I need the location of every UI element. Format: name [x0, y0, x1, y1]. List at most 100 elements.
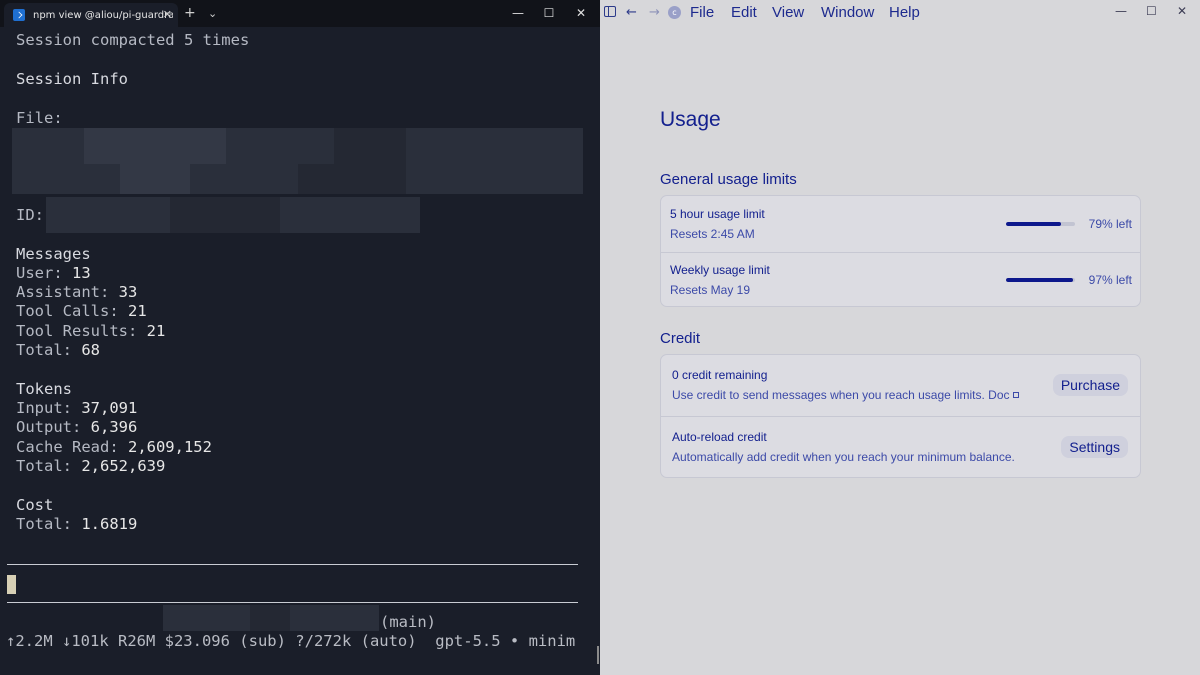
close-window-button[interactable]: ✕ [563, 3, 599, 23]
label: User: [16, 264, 72, 282]
general-usage-heading: General usage limits [660, 171, 797, 188]
page-title: Usage [660, 108, 721, 131]
redaction-block [84, 128, 226, 164]
status-line: ↑2.2M ↓101k R26M $23.096 (sub) ?/272k (a… [6, 632, 576, 650]
session-info-heading: Session Info [16, 70, 128, 88]
value: 37,091 [81, 399, 138, 417]
label: Total: [16, 515, 82, 533]
limit-remaining: 79% left [1088, 217, 1132, 231]
messages-tool-calls: Tool Calls: 21 [16, 302, 147, 321]
app-logo-icon: c [668, 6, 681, 19]
powershell-icon [13, 9, 25, 21]
redaction-block [120, 164, 190, 194]
usage-progress-fill [1006, 222, 1061, 226]
terminal-output[interactable]: Session compacted 5 times Session Info F… [0, 27, 600, 675]
redaction-block [298, 164, 406, 194]
credit-card: 0 credit remaining Use credit to send me… [660, 354, 1141, 478]
value: 2,609,152 [127, 438, 212, 456]
messages-assistant: Assistant: 33 [16, 283, 137, 302]
auto-reload-row: Auto-reload credit Automatically add cre… [661, 416, 1140, 478]
tab-title: npm view @aliou/pi-guardrails v [33, 9, 173, 21]
messages-total: Total: 68 [16, 341, 100, 360]
credit-remaining-desc: Use credit to send messages when you rea… [672, 388, 1019, 402]
credit-remaining-row: 0 credit remaining Use credit to send me… [661, 355, 1140, 416]
tokens-cache-read: Cache Read: 2,609,152 [16, 438, 212, 457]
value: 2,652,639 [81, 457, 166, 475]
usage-progress-bar [1006, 278, 1075, 282]
value: 68 [81, 341, 100, 359]
tokens-heading: Tokens [16, 380, 72, 398]
cost-total: Total: 1.6819 [16, 515, 137, 534]
messages-tool-results: Tool Results: 21 [16, 322, 165, 341]
redaction-block [250, 605, 290, 631]
value: 13 [72, 264, 91, 282]
usage-limit-row-5h: 5 hour usage limit Resets 2:45 AM 79% le… [661, 196, 1140, 252]
maximize-button[interactable]: ☐ [531, 3, 567, 23]
limit-reset: Resets May 19 [670, 283, 751, 297]
auto-reload-desc: Automatically add credit when you reach … [672, 450, 1015, 464]
menu-edit[interactable]: Edit [731, 4, 757, 21]
usage-progress-bar [1006, 222, 1075, 226]
label: Assistant: [16, 283, 119, 301]
text-cursor[interactable] [7, 575, 16, 594]
usage-progress-fill [1006, 278, 1073, 282]
label: Tool Calls: [16, 302, 128, 320]
tokens-output: Output: 6,396 [16, 418, 137, 437]
value: 6,396 [90, 418, 138, 436]
purchase-button[interactable]: Purchase [1052, 374, 1128, 396]
external-link-icon[interactable] [1012, 392, 1019, 398]
minimize-button[interactable]: — [1115, 4, 1127, 18]
chevron-down-icon[interactable]: ⌄ [208, 5, 217, 23]
app-titlebar: ← → c File Edit View Window Help — ☐ ✕ [600, 0, 1200, 27]
label: Tool Results: [16, 322, 147, 340]
usage-app-window: ← → c File Edit View Window Help — ☐ ✕ U… [600, 0, 1200, 675]
redaction-block [170, 197, 280, 233]
value: 33 [118, 283, 138, 301]
label: Cache Read: [16, 438, 128, 456]
new-tab-button[interactable]: + [184, 4, 196, 22]
limit-title: Weekly usage limit [670, 263, 770, 277]
label: Total: [16, 457, 82, 475]
label: Input: [16, 399, 82, 417]
menu-view[interactable]: View [772, 4, 804, 21]
terminal-titlebar: npm view @aliou/pi-guardrails v ✕ + ⌄ — … [0, 0, 600, 27]
separator [7, 564, 578, 565]
credit-remaining-title: 0 credit remaining [672, 368, 768, 382]
compact-notice: Session compacted 5 times [16, 31, 250, 49]
pane-divider[interactable] [597, 646, 599, 664]
limit-reset: Resets 2:45 AM [670, 227, 755, 241]
value: 21 [146, 322, 166, 340]
label: Total: [16, 341, 82, 359]
label: Output: [16, 418, 91, 436]
messages-heading: Messages [16, 245, 91, 263]
limit-remaining: 97% left [1088, 273, 1132, 287]
maximize-button[interactable]: ☐ [1146, 4, 1157, 18]
git-branch: (main) [380, 613, 436, 631]
forward-arrow-icon[interactable]: → [649, 5, 660, 20]
file-label: File: [16, 109, 63, 127]
tokens-input: Input: 37,091 [16, 399, 137, 418]
sidebar-toggle-icon[interactable] [604, 6, 616, 17]
auto-reload-title: Auto-reload credit [672, 430, 767, 444]
id-label: ID: [16, 206, 44, 224]
menu-help[interactable]: Help [889, 4, 920, 21]
value: 21 [127, 302, 147, 320]
menu-window[interactable]: Window [821, 4, 874, 21]
close-window-button[interactable]: ✕ [1177, 4, 1187, 18]
terminal-window: npm view @aliou/pi-guardrails v ✕ + ⌄ — … [0, 0, 600, 675]
settings-button[interactable]: Settings [1061, 436, 1128, 458]
separator [7, 602, 578, 603]
credit-heading: Credit [660, 330, 701, 347]
terminal-tab[interactable]: npm view @aliou/pi-guardrails v ✕ [4, 3, 178, 27]
menu-file[interactable]: File [690, 4, 714, 21]
messages-user: User: 13 [16, 264, 91, 283]
close-tab-icon[interactable]: ✕ [163, 8, 172, 21]
redaction-block [334, 128, 406, 164]
usage-limit-row-weekly: Weekly usage limit Resets May 19 97% lef… [661, 252, 1140, 307]
back-arrow-icon[interactable]: ← [626, 5, 637, 20]
cost-heading: Cost [16, 496, 54, 514]
limit-title: 5 hour usage limit [670, 207, 765, 221]
usage-limits-card: 5 hour usage limit Resets 2:45 AM 79% le… [660, 195, 1141, 307]
tokens-total: Total: 2,652,639 [16, 457, 165, 476]
desc-text: Use credit to send messages when you rea… [672, 388, 1010, 402]
